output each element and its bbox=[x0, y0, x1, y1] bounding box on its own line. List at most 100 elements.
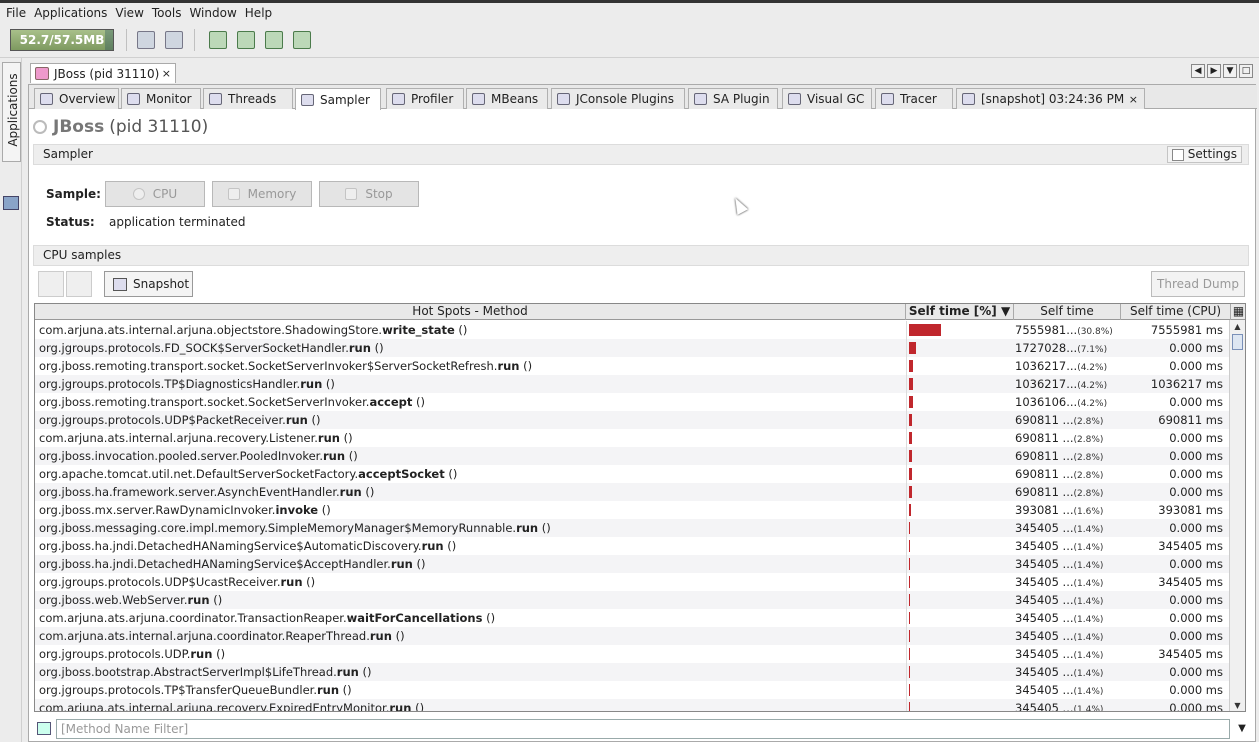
cpu-button[interactable]: CPU bbox=[105, 181, 205, 207]
self-time-cpu: 1036217 ms bbox=[1150, 377, 1223, 391]
tab-monitor[interactable]: Monitor bbox=[121, 88, 201, 109]
table-row[interactable]: org.jgroups.protocols.FD_SOCK$ServerSock… bbox=[35, 339, 1229, 357]
method-function: run bbox=[369, 629, 392, 643]
add-jmx-connection-icon[interactable] bbox=[209, 31, 227, 49]
self-time-percent: (1.4%) bbox=[1073, 651, 1104, 661]
tab-sampler[interactable]: Sampler bbox=[295, 88, 381, 110]
table-row[interactable]: org.jboss.mx.server.RawDynamicInvoker.in… bbox=[35, 501, 1229, 519]
table-row[interactable]: org.jboss.invocation.pooled.server.Poole… bbox=[35, 447, 1229, 465]
tab-threads[interactable]: Threads bbox=[203, 88, 293, 109]
column-header-method[interactable]: Hot Spots - Method bbox=[35, 304, 906, 320]
tab-tracer[interactable]: Tracer bbox=[875, 88, 953, 109]
self-time-cpu: 0.000 ms bbox=[1169, 701, 1223, 712]
scrollbar-thumb[interactable] bbox=[1232, 334, 1243, 350]
load-heap-dump-icon[interactable] bbox=[293, 31, 311, 49]
tab-jconsole-plugins[interactable]: JConsole Plugins bbox=[551, 88, 685, 109]
table-row[interactable]: com.arjuna.ats.arjuna.coordinator.Transa… bbox=[35, 609, 1229, 627]
scroll-left-icon[interactable]: ◀ bbox=[1191, 64, 1205, 78]
table-row[interactable]: org.jboss.remoting.transport.socket.Sock… bbox=[35, 393, 1229, 411]
table-row[interactable]: org.jgroups.protocols.TP$DiagnosticsHand… bbox=[35, 375, 1229, 393]
table-row[interactable]: org.jgroups.protocols.UDP$PacketReceiver… bbox=[35, 411, 1229, 429]
tab-visual-gc[interactable]: Visual GC bbox=[782, 88, 872, 109]
menu-file[interactable]: File bbox=[2, 6, 30, 20]
maximize-icon[interactable]: □ bbox=[1239, 64, 1253, 78]
settings-checkbox[interactable] bbox=[1171, 148, 1184, 161]
self-time: 345405 ...(1.4%) bbox=[1015, 663, 1119, 683]
thread-dump-button[interactable]: Thread Dump bbox=[1151, 271, 1245, 297]
self-time-value: 345405 ... bbox=[1015, 593, 1074, 607]
method-name: com.arjuna.ats.internal.arjuna.objectsto… bbox=[39, 321, 903, 339]
applications-tab[interactable]: Applications bbox=[2, 62, 21, 162]
load-snapshot-icon[interactable] bbox=[265, 31, 283, 49]
menu-window[interactable]: Window bbox=[185, 6, 240, 20]
table-row[interactable]: com.arjuna.ats.internal.arjuna.objectsto… bbox=[35, 321, 1229, 339]
table-row[interactable]: com.arjuna.ats.internal.arjuna.recovery.… bbox=[35, 429, 1229, 447]
snapshot-button[interactable]: Snapshot bbox=[104, 271, 193, 297]
filter-icon[interactable] bbox=[37, 722, 51, 735]
scroll-right-icon[interactable]: ▶ bbox=[1207, 64, 1221, 78]
menu-view[interactable]: View bbox=[111, 6, 147, 20]
method-class: org.jgroups.protocols.TP$DiagnosticsHand… bbox=[39, 377, 301, 391]
dropdown-icon[interactable]: ▼ bbox=[1223, 64, 1237, 78]
column-header-self-time-cpu[interactable]: Self time (CPU) bbox=[1121, 304, 1231, 320]
method-function: run bbox=[316, 683, 340, 697]
table-row[interactable]: com.arjuna.ats.internal.arjuna.recovery.… bbox=[35, 699, 1229, 712]
refresh-icon[interactable] bbox=[66, 271, 92, 297]
menu-tools[interactable]: Tools bbox=[148, 6, 186, 20]
table-row[interactable]: org.jboss.web.WebServer.run () 345405 ...… bbox=[35, 591, 1229, 609]
tab-sa-plugin[interactable]: SA Plugin bbox=[688, 88, 778, 109]
save-icon[interactable] bbox=[137, 31, 155, 49]
applications-window-icon[interactable] bbox=[3, 196, 19, 210]
table-row[interactable]: org.jboss.messaging.core.impl.memory.Sim… bbox=[35, 519, 1229, 537]
self-time-percent: (4.2%) bbox=[1077, 399, 1108, 409]
self-time-value: 345405 ... bbox=[1015, 521, 1074, 535]
self-time-percent: (2.8%) bbox=[1073, 435, 1104, 445]
table-row[interactable]: org.jboss.ha.framework.server.AsynchEven… bbox=[35, 483, 1229, 501]
method-signature: () bbox=[358, 665, 372, 679]
method-filter-input[interactable]: [Method Name Filter] bbox=[56, 719, 1230, 739]
self-time: 345405 ...(1.4%) bbox=[1015, 573, 1119, 593]
method-signature: () bbox=[454, 323, 468, 337]
self-time-cpu: 0.000 ms bbox=[1169, 485, 1223, 499]
tab-snapshot[interactable]: [snapshot] 03:24:36 PM × bbox=[956, 88, 1145, 109]
method-function: run bbox=[497, 359, 520, 373]
table-row[interactable]: org.jboss.ha.jndi.DetachedHANamingServic… bbox=[35, 555, 1229, 573]
table-row[interactable]: org.jboss.bootstrap.AbstractServerImpl$L… bbox=[35, 663, 1229, 681]
save-as-icon[interactable] bbox=[165, 31, 183, 49]
self-time-value: 1727028... bbox=[1015, 341, 1078, 355]
table-row[interactable]: org.jboss.remoting.transport.socket.Sock… bbox=[35, 357, 1229, 375]
menu-help[interactable]: Help bbox=[241, 6, 276, 20]
column-header-self-time-pct[interactable]: Self time [%] ▼ bbox=[906, 304, 1014, 320]
self-time-bar bbox=[909, 594, 910, 606]
vertical-scrollbar[interactable]: ▲ ▼ bbox=[1229, 320, 1245, 711]
column-header-self-time[interactable]: Self time bbox=[1014, 304, 1121, 320]
table-row[interactable]: com.arjuna.ats.internal.arjuna.coordinat… bbox=[35, 627, 1229, 645]
stop-button[interactable]: Stop bbox=[319, 181, 419, 207]
close-icon[interactable]: × bbox=[162, 67, 171, 80]
table-row[interactable]: org.apache.tomcat.util.net.DefaultServer… bbox=[35, 465, 1229, 483]
memory-button[interactable]: Memory bbox=[212, 181, 312, 207]
method-name: org.jboss.web.WebServer.run () bbox=[39, 591, 903, 609]
self-time-bar bbox=[909, 504, 911, 516]
pause-icon[interactable] bbox=[38, 271, 64, 297]
scroll-down-icon[interactable]: ▼ bbox=[1231, 699, 1244, 711]
tab-overview[interactable]: Overview bbox=[34, 88, 119, 109]
document-tab[interactable]: JBoss (pid 31110) × bbox=[30, 63, 176, 83]
tab-mbeans[interactable]: MBeans bbox=[466, 88, 548, 109]
memory-indicator[interactable]: 52.7/57.5MB bbox=[10, 29, 114, 51]
close-icon[interactable]: × bbox=[1129, 93, 1138, 106]
column-chooser-icon[interactable]: ▦ bbox=[1231, 304, 1245, 320]
settings-toggle[interactable]: Settings bbox=[1166, 146, 1242, 163]
scroll-up-icon[interactable]: ▲ bbox=[1231, 320, 1244, 334]
add-remote-host-icon[interactable] bbox=[237, 31, 255, 49]
table-row[interactable]: org.jgroups.protocols.UDP$UcastReceiver.… bbox=[35, 573, 1229, 591]
menu-applications[interactable]: Applications bbox=[30, 6, 111, 20]
table-row[interactable]: org.jboss.ha.jndi.DetachedHANamingServic… bbox=[35, 537, 1229, 555]
menu-bar: File Applications View Tools Window Help bbox=[0, 3, 1259, 22]
tab-profiler[interactable]: Profiler bbox=[386, 88, 464, 109]
table-row[interactable]: org.jgroups.protocols.UDP.run () 345405 .… bbox=[35, 645, 1229, 663]
table-row[interactable]: org.jgroups.protocols.TP$TransferQueueBu… bbox=[35, 681, 1229, 699]
snapshot-button-label: Snapshot bbox=[133, 277, 190, 291]
main-content: Overview Monitor Threads Sampler Profile… bbox=[28, 84, 1257, 742]
chevron-down-icon[interactable]: ▼ bbox=[1234, 719, 1250, 739]
